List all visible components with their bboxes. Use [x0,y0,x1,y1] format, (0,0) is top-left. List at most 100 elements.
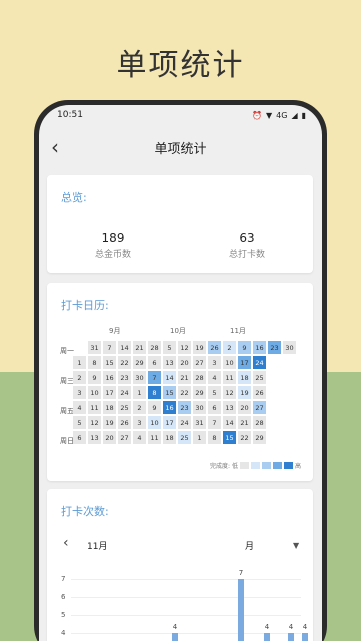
back-arrow-icon[interactable]: ‹ [51,137,67,157]
completion-legend: 完成度: 低 高 [210,461,301,470]
y-tick: 7 [61,575,66,583]
calendar-day: 21 [133,341,146,354]
calendar-day: 25 [118,401,131,414]
calendar-day: 2 [223,341,236,354]
calendar-day: 5 [73,416,86,429]
calendar-day: 18 [163,431,176,444]
chevron-down-icon[interactable]: ▼ [293,541,299,550]
calendar-day: 11 [88,401,101,414]
calendar-day: 12 [88,416,101,429]
calendar-day: 19 [238,386,251,399]
stat-total-checkins: 63 总打卡数 [187,231,307,260]
month-label: 9月 [109,327,121,335]
calendar-day: 14 [118,341,131,354]
stat-value: 189 [101,231,125,245]
calendar-day: 4 [208,371,221,384]
calendar-day: 31 [88,341,101,354]
calendar-day: 30 [133,371,146,384]
app-bar: ‹ 单项统计 [39,125,322,169]
calendar-day: 10 [148,416,161,429]
calendar-day: 8 [208,431,221,444]
calendar-day: 8 [88,356,101,369]
calendar-day: 22 [178,386,191,399]
prev-month-icon[interactable]: ‹ [63,535,69,551]
calendar-day: 22 [238,431,251,444]
calendar-day: 10 [88,386,101,399]
calendar-day: 31 [193,416,206,429]
calendar-day: 12 [178,341,191,354]
calendar-day: 5 [208,386,221,399]
calendar-day: 23 [268,341,281,354]
calendar-day: 17 [238,356,251,369]
counts-heading: 打卡次数: [61,505,109,518]
overview-card: 总览: 189 总金币数 63 总打卡数 [47,175,313,273]
weekday-label: 周三 [60,377,74,385]
status-time: 10:51 [57,110,83,120]
calendar-day: 17 [103,386,116,399]
calendar-day: 2 [133,401,146,414]
legend-swatch [283,462,293,469]
calendar-day: 29 [253,431,266,444]
calendar-day: 13 [223,401,236,414]
calendar-day: 13 [163,356,176,369]
chart-bar [302,633,308,641]
calendar-day: 15 [163,386,176,399]
calendar-day: 16 [103,371,116,384]
calendar-day: 9 [88,371,101,384]
calendar-day: 25 [253,371,266,384]
calendar-day: 30 [193,401,206,414]
legend-swatch [272,462,282,469]
grid-line [71,579,301,580]
calendar-day: 6 [73,431,86,444]
wifi-icon: ▼ [265,110,273,120]
signal-icon: ◢ [291,110,298,120]
stat-total-coins: 189 总金币数 [53,231,173,260]
calendar-day: 28 [253,416,266,429]
calendar-day: 28 [148,341,161,354]
stat-label: 总金币数 [94,250,131,260]
legend-high: 高 [294,463,301,470]
alarm-icon: ⏰ [252,110,262,120]
y-tick: 5 [61,611,66,619]
bar-value-label: 4 [302,623,308,631]
weekday-label: 周一 [60,347,74,355]
calendar-day: 6 [208,401,221,414]
calendar-day: 2 [73,371,86,384]
legend-swatch [261,462,271,469]
calendar-day: 25 [178,431,191,444]
calendar-day: 23 [118,371,131,384]
calendar-day: 29 [193,386,206,399]
range-select[interactable]: 月 [245,539,254,552]
bar-value-label: 4 [172,623,178,631]
current-month: 11月 [87,542,108,552]
stat-value: 63 [239,231,255,245]
calendar-day: 5 [163,341,176,354]
calendar-day: 3 [208,356,221,369]
chart-bar [238,579,244,641]
calendar-day: 12 [223,386,236,399]
grid-line [71,615,301,616]
calendar-day: 16 [253,341,266,354]
calendar-day: 11 [148,431,161,444]
bar-value-label: 4 [288,623,294,631]
calendar-day: 19 [193,341,206,354]
calendar-day: 18 [238,371,251,384]
calendar-day: 7 [103,341,116,354]
stat-label: 总打卡数 [228,250,265,260]
calendar-day: 3 [73,386,86,399]
calendar-day: 14 [223,416,236,429]
legend-swatch [250,462,260,469]
status-icons: ⏰ ▼ 4G ◢ ▮ [252,111,306,120]
y-tick: 6 [61,593,66,601]
calendar-day: 27 [193,356,206,369]
calendar-day: 15 [223,431,236,444]
calendar-day: 1 [133,386,146,399]
calendar-day: 29 [133,356,146,369]
calendar-day: 4 [133,431,146,444]
calendar-day: 17 [163,416,176,429]
calendar-day: 30 [283,341,296,354]
month-label: 10月 [170,327,186,335]
calendar-day: 15 [103,356,116,369]
month-label: 11月 [230,327,246,335]
calendar-day: 26 [253,386,266,399]
